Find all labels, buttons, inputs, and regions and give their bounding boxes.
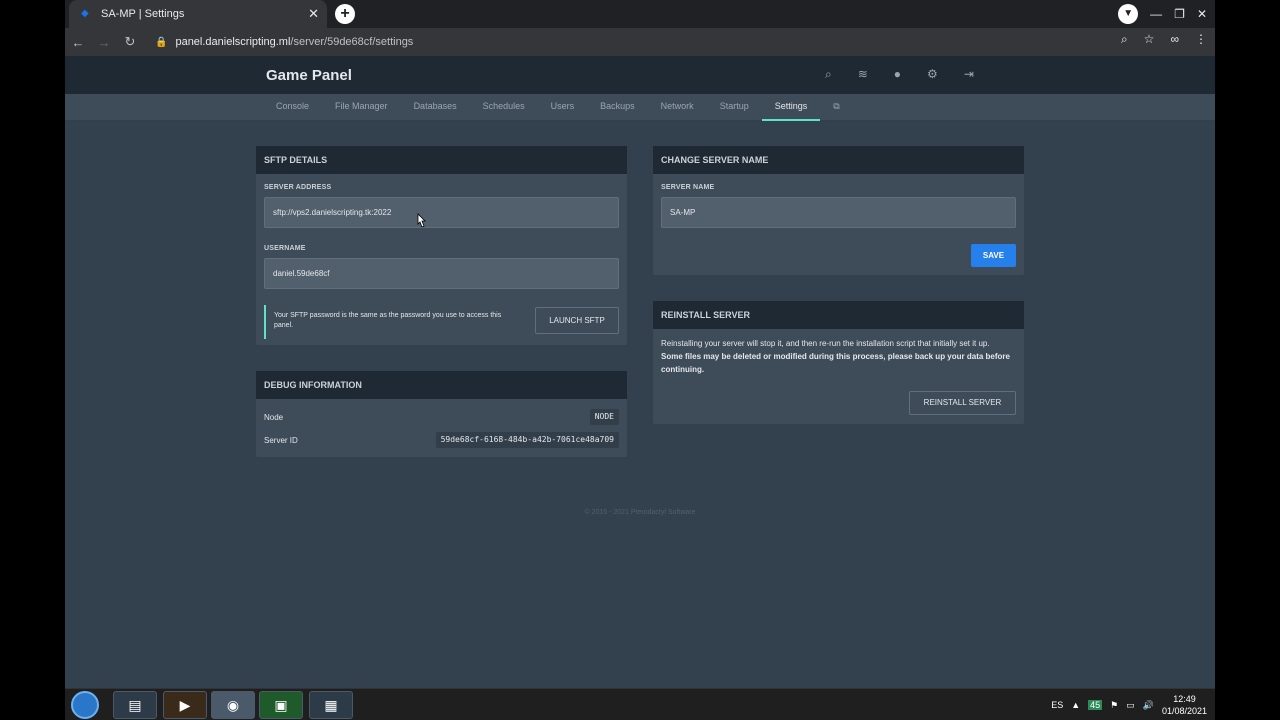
lock-icon: 🔒	[155, 36, 168, 48]
brand-title[interactable]: Game Panel	[266, 67, 352, 84]
minimize-icon[interactable]: —	[1150, 7, 1162, 21]
restore-icon[interactable]: ❐	[1174, 7, 1185, 21]
tab-close-icon[interactable]: ✕	[308, 6, 319, 22]
tab-title: SA-MP | Settings	[101, 8, 185, 20]
user-icon[interactable]: ●	[894, 67, 901, 82]
tab-startup[interactable]: Startup	[707, 94, 762, 121]
browser-actions: ⌕ ☆ ∞ ⋮	[1121, 32, 1207, 47]
reinstall-server-card: REINSTALL SERVER Reinstalling your serve…	[653, 301, 1024, 424]
chrome-taskbar-icon[interactable]: ◉	[211, 691, 255, 719]
server-name-label: SERVER NAME	[661, 184, 715, 191]
reinstall-text: Reinstalling your server will stop it, a…	[661, 339, 990, 348]
footer-copyright: © 2015 - 2021 Pterodactyl Software	[584, 509, 696, 516]
tab-network[interactable]: Network	[648, 94, 707, 121]
mouse-cursor-icon	[417, 213, 426, 228]
browser-window: ◆ SA-MP | Settings ✕ + ▼ — ❐ ✕ ← → ↻ 🔒 p…	[65, 0, 1215, 688]
tab-file-manager[interactable]: File Manager	[322, 94, 401, 121]
server-address-input[interactable]: sftp://vps2.danielscripting.tk:2022	[264, 197, 619, 228]
debug-info-title: DEBUG INFORMATION	[256, 371, 627, 399]
clock-date: 01/08/2021	[1161, 706, 1207, 716]
reinstall-description: Reinstalling your server will stop it, a…	[661, 337, 1013, 376]
system-tray: ES ▲ 45 ⚑ ▭ 🔊 12:49 01/08/2021	[1051, 689, 1207, 720]
debug-info-card: DEBUG INFORMATION Node NODE Server ID 59…	[256, 371, 627, 457]
language-indicator[interactable]: ES	[1051, 700, 1063, 710]
admin-gear-icon[interactable]: ⚙	[927, 67, 938, 82]
tray-app-icon[interactable]: 45	[1088, 700, 1103, 710]
screen: ◆ SA-MP | Settings ✕ + ▼ — ❐ ✕ ← → ↻ 🔒 p…	[0, 0, 1280, 720]
logout-icon[interactable]: ⇥	[964, 67, 974, 82]
window-controls: ▼ — ❐ ✕	[1118, 0, 1215, 28]
tab-databases[interactable]: Databases	[401, 94, 470, 121]
node-label: Node	[264, 413, 284, 422]
extension-icon[interactable]: ∞	[1170, 32, 1179, 47]
new-tab-button[interactable]: +	[335, 4, 355, 24]
window-close-icon[interactable]: ✕	[1197, 7, 1207, 21]
media-player-taskbar-icon[interactable]: ▶	[163, 691, 207, 719]
username-input[interactable]: daniel.59de68cf	[264, 258, 619, 289]
tab-users[interactable]: Users	[538, 94, 588, 121]
app-taskbar-icon[interactable]: ▦	[309, 691, 353, 719]
bookmark-star-icon[interactable]: ☆	[1144, 32, 1155, 47]
username-label: USERNAME	[264, 245, 306, 252]
tab-strip: ◆ SA-MP | Settings ✕ + ▼ — ❐ ✕	[65, 0, 1215, 28]
clock-time: 12:49	[1173, 694, 1196, 704]
clock[interactable]: 12:49 01/08/2021	[1162, 693, 1207, 717]
tab-console[interactable]: Console	[263, 94, 322, 121]
sftp-password-note: Your SFTP password is the same as the pa…	[264, 305, 520, 339]
explorer-taskbar-icon[interactable]: ▤	[113, 691, 157, 719]
start-button[interactable]	[71, 691, 99, 719]
forward-icon[interactable]: →	[91, 35, 117, 50]
launch-sftp-button[interactable]: LAUNCH SFTP	[535, 307, 619, 334]
sftp-details-card: SFTP DETAILS SERVER ADDRESS sftp://vps2.…	[256, 146, 627, 345]
zoom-icon[interactable]: ⌕	[1121, 32, 1128, 47]
tab-backups[interactable]: Backups	[587, 94, 648, 121]
server-id-value: 59de68cf-6168-484b-a42b-7061ce48a709	[435, 432, 619, 448]
sftp-details-title: SFTP DETAILS	[256, 146, 627, 174]
reload-icon[interactable]: ↻	[117, 34, 143, 50]
browser-tab[interactable]: ◆ SA-MP | Settings ✕	[69, 0, 327, 28]
flag-icon[interactable]: ⚑	[1110, 700, 1118, 711]
network-icon[interactable]: ▭	[1126, 700, 1135, 711]
panel-header: Game Panel ⌕ ≋ ● ⚙ ⇥	[65, 56, 1215, 94]
external-link-icon[interactable]: ⧉	[820, 94, 852, 121]
node-value: NODE	[589, 409, 619, 425]
layers-icon[interactable]: ≋	[858, 67, 868, 82]
favicon-icon: ◆	[81, 8, 89, 19]
tab-settings[interactable]: Settings	[761, 94, 821, 121]
server-id-label: Server ID	[264, 436, 298, 445]
save-button[interactable]: SAVE	[971, 244, 1016, 267]
menu-icon[interactable]: ⋮	[1195, 32, 1207, 47]
server-subnav: Console File Manager Databases Schedules…	[65, 94, 1215, 121]
profile-icon[interactable]: ▼	[1118, 4, 1139, 24]
address-bar-row: ← → ↻ 🔒 panel.danielscripting.ml /server…	[65, 28, 1215, 56]
tray-expand-icon[interactable]: ▲	[1071, 700, 1080, 710]
taskbar: ▤ ▶ ◉ ▣ ▦ ES ▲ 45 ⚑ ▭ 🔊 12:49 01/08/2021	[65, 688, 1215, 720]
header-icons: ⌕ ≋ ● ⚙ ⇥	[825, 67, 974, 82]
volume-icon[interactable]: 🔊	[1143, 700, 1154, 711]
search-icon[interactable]: ⌕	[825, 67, 832, 82]
change-server-name-title: CHANGE SERVER NAME	[653, 146, 1024, 174]
tab-schedules[interactable]: Schedules	[470, 94, 538, 121]
url-path: /server/59de68cf/settings	[290, 36, 414, 48]
editor-taskbar-icon[interactable]: ▣	[259, 691, 303, 719]
reinstall-server-title: REINSTALL SERVER	[653, 301, 1024, 329]
server-name-input[interactable]: SA-MP	[661, 197, 1016, 228]
url-field[interactable]: 🔒 panel.danielscripting.ml /server/59de6…	[155, 32, 1115, 52]
url-host: panel.danielscripting.ml	[175, 36, 291, 48]
reinstall-server-button[interactable]: REINSTALL SERVER	[909, 391, 1016, 415]
server-address-label: SERVER ADDRESS	[264, 184, 332, 191]
change-server-name-card: CHANGE SERVER NAME SERVER NAME SA-MP SAV…	[653, 146, 1024, 275]
back-icon[interactable]: ←	[65, 35, 91, 50]
reinstall-warning: Some files may be deleted or modified du…	[661, 352, 1010, 374]
